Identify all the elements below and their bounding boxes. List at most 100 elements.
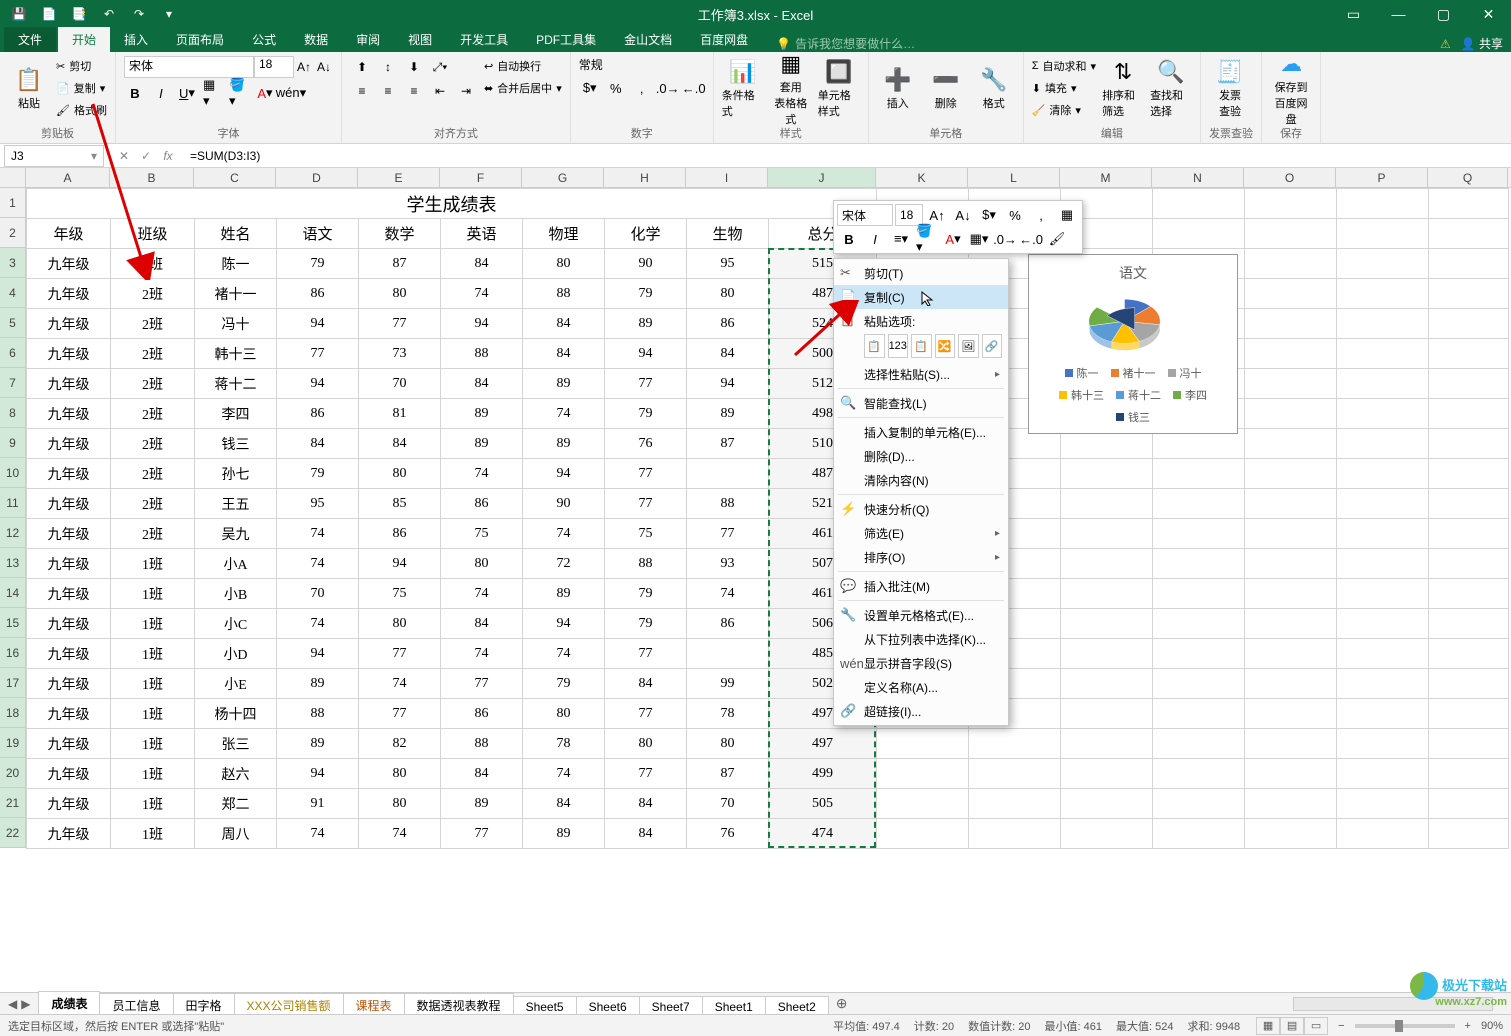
- data-cell[interactable]: 77: [441, 819, 523, 849]
- col-header-I[interactable]: I: [686, 168, 768, 187]
- data-cell[interactable]: 94: [277, 309, 359, 339]
- find-select-button[interactable]: 🔍查找和选择: [1150, 56, 1192, 122]
- zoom-slider[interactable]: [1355, 1024, 1455, 1028]
- ctx-insert-comment[interactable]: 💬插入批注(M): [834, 574, 1008, 598]
- data-cell[interactable]: 84: [441, 249, 523, 279]
- ctx-quick-analysis[interactable]: ⚡快速分析(Q): [834, 497, 1008, 521]
- data-cell[interactable]: 84: [277, 429, 359, 459]
- data-cell[interactable]: 2班: [111, 399, 195, 429]
- data-cell[interactable]: 94: [277, 639, 359, 669]
- data-cell[interactable]: 79: [277, 249, 359, 279]
- cell[interactable]: [1429, 189, 1509, 219]
- data-cell[interactable]: 九年级: [27, 369, 111, 399]
- data-cell[interactable]: 88: [277, 699, 359, 729]
- fapiao-button[interactable]: 🧾发票 查验: [1209, 56, 1251, 122]
- data-cell[interactable]: 70: [687, 789, 769, 819]
- data-cell[interactable]: 冯十: [195, 309, 277, 339]
- cell[interactable]: [1337, 759, 1429, 789]
- data-cell[interactable]: 94: [687, 369, 769, 399]
- cell[interactable]: [1429, 549, 1509, 579]
- qat-icon-2[interactable]: 📄: [38, 3, 60, 25]
- data-cell[interactable]: 76: [687, 819, 769, 849]
- format-table-button[interactable]: ▦套用 表格格式: [770, 56, 812, 122]
- data-cell[interactable]: 74: [277, 819, 359, 849]
- row-header-3[interactable]: 3: [0, 248, 25, 278]
- data-cell[interactable]: 86: [687, 309, 769, 339]
- mini-format-painter-icon[interactable]: 🖌: [1045, 228, 1069, 250]
- col-header-D[interactable]: D: [276, 168, 358, 187]
- add-sheet-button[interactable]: ⊕: [828, 995, 856, 1012]
- data-cell[interactable]: 1班: [111, 759, 195, 789]
- align-right-icon[interactable]: ≡: [402, 80, 426, 102]
- data-cell[interactable]: 95: [687, 249, 769, 279]
- data-cell[interactable]: 84: [523, 339, 605, 369]
- cut-button[interactable]: ✂ 剪切: [56, 56, 107, 76]
- data-cell[interactable]: 84: [359, 429, 441, 459]
- cell[interactable]: [1337, 519, 1429, 549]
- cell[interactable]: [1337, 729, 1429, 759]
- enter-formula-icon[interactable]: ✓: [136, 149, 156, 163]
- cell[interactable]: [1061, 729, 1153, 759]
- data-cell[interactable]: 75: [605, 519, 687, 549]
- data-cell[interactable]: 85: [359, 489, 441, 519]
- tab-baidu[interactable]: 百度网盘: [686, 27, 762, 52]
- data-cell[interactable]: 74: [523, 519, 605, 549]
- data-cell[interactable]: 94: [277, 759, 359, 789]
- data-cell[interactable]: 2班: [111, 459, 195, 489]
- cell[interactable]: [1429, 729, 1509, 759]
- col-header-O[interactable]: O: [1244, 168, 1336, 187]
- ctx-smart-lookup[interactable]: 🔍智能查找(L): [834, 391, 1008, 415]
- bold-icon[interactable]: B: [124, 82, 146, 104]
- name-box[interactable]: J3▾: [4, 145, 104, 167]
- cell[interactable]: [1429, 399, 1509, 429]
- data-cell[interactable]: 84: [441, 369, 523, 399]
- row-header-2[interactable]: 2: [0, 218, 25, 248]
- cell[interactable]: [1153, 699, 1245, 729]
- data-cell[interactable]: 88: [441, 339, 523, 369]
- mini-fill-color-icon[interactable]: 🪣▾: [915, 228, 939, 250]
- data-cell[interactable]: 80: [605, 729, 687, 759]
- decrease-font-icon[interactable]: A↓: [314, 56, 334, 78]
- ctx-hyperlink[interactable]: 🔗超链接(I)...: [834, 699, 1008, 723]
- cell[interactable]: [1429, 339, 1509, 369]
- data-cell[interactable]: 499: [769, 759, 877, 789]
- data-cell[interactable]: 80: [523, 699, 605, 729]
- tab-data[interactable]: 数据: [290, 27, 342, 52]
- maximize-icon[interactable]: ▢: [1421, 0, 1466, 28]
- data-cell[interactable]: 王五: [195, 489, 277, 519]
- column-header-cell[interactable]: 英语: [441, 219, 523, 249]
- data-cell[interactable]: 77: [359, 639, 441, 669]
- cell[interactable]: [1153, 609, 1245, 639]
- data-cell[interactable]: 九年级: [27, 549, 111, 579]
- cell[interactable]: [1429, 699, 1509, 729]
- mini-align-icon[interactable]: ≡▾: [889, 228, 913, 250]
- sheet-tab[interactable]: 成绩表: [38, 991, 100, 1017]
- indent-inc-icon[interactable]: ⇥: [454, 80, 478, 102]
- cell[interactable]: [1153, 759, 1245, 789]
- col-header-B[interactable]: B: [110, 168, 194, 187]
- cell[interactable]: [1245, 789, 1337, 819]
- data-cell[interactable]: 2班: [111, 339, 195, 369]
- col-header-N[interactable]: N: [1152, 168, 1244, 187]
- sheet-tab[interactable]: 员工信息: [99, 993, 173, 1017]
- col-header-K[interactable]: K: [876, 168, 968, 187]
- col-header-J[interactable]: J: [768, 168, 876, 187]
- data-cell[interactable]: 九年级: [27, 279, 111, 309]
- comma-icon[interactable]: ,: [631, 77, 653, 99]
- data-cell[interactable]: 80: [441, 549, 523, 579]
- data-cell[interactable]: 77: [277, 339, 359, 369]
- data-cell[interactable]: 2班: [111, 309, 195, 339]
- cell[interactable]: [1153, 489, 1245, 519]
- data-cell[interactable]: 80: [359, 759, 441, 789]
- cell-styles-button[interactable]: 🔲单元格样式: [818, 56, 860, 122]
- cell[interactable]: [1153, 519, 1245, 549]
- data-cell[interactable]: 88: [687, 489, 769, 519]
- percent-icon[interactable]: %: [605, 77, 627, 99]
- underline-icon[interactable]: U ▾: [176, 82, 198, 104]
- paste-opt-6[interactable]: 🔗: [982, 334, 1003, 358]
- data-cell[interactable]: 九年级: [27, 789, 111, 819]
- data-cell[interactable]: 1班: [111, 729, 195, 759]
- fill-button[interactable]: ⬇ 填充 ▾: [1032, 78, 1096, 98]
- data-cell[interactable]: 89: [441, 789, 523, 819]
- data-cell[interactable]: 吴九: [195, 519, 277, 549]
